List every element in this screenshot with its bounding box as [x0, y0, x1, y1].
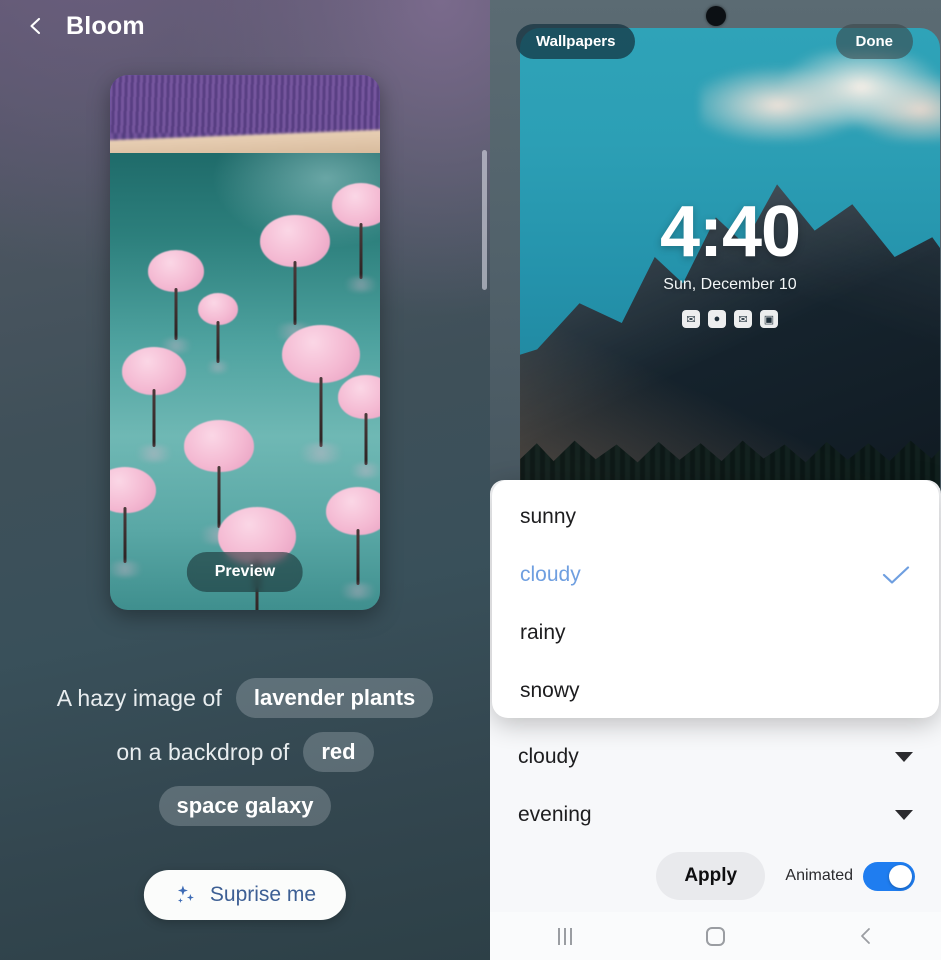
generator-panel: Bloom Preview A hazy image of lavender p… — [0, 0, 490, 960]
lockscreen-notification-icons: ✉ ● ✉ ▣ — [520, 310, 940, 328]
dropdown-option-sunny[interactable]: sunny — [492, 488, 939, 546]
check-icon — [881, 564, 911, 586]
lockscreen-date: Sun, December 10 — [663, 276, 797, 293]
camera-punch-hole-icon — [705, 6, 726, 26]
time-of-day-select-value: evening — [518, 803, 592, 826]
prompt-builder: A hazy image of lavender plants on a bac… — [0, 678, 490, 826]
animated-toggle[interactable] — [863, 861, 915, 891]
camera-icon: ▣ — [760, 310, 778, 328]
dropdown-option-label: sunny — [520, 505, 577, 528]
done-button[interactable]: Done — [835, 24, 913, 59]
lockscreen-editor-panel: 4:40 Sun, December 10 ✉ ● ✉ ▣ Wallpapers… — [490, 0, 941, 960]
chevron-down-icon — [895, 810, 913, 820]
apply-button[interactable]: Apply — [656, 852, 766, 900]
generated-wallpaper-image — [110, 75, 380, 610]
toggle-knob — [889, 864, 912, 888]
options-bottom-sheet: sunny cloudy rainy snowy cloudy evening … — [490, 480, 941, 960]
prompt-chip-backdrop[interactable]: space galaxy — [158, 786, 332, 826]
mail-icon: ✉ — [734, 310, 752, 328]
dropdown-option-rainy[interactable]: rainy — [492, 604, 939, 662]
prompt-line-2: on a backdrop of red — [116, 732, 374, 772]
weather-select-value: cloudy — [518, 745, 579, 768]
dropdown-option-snowy[interactable]: snowy — [492, 662, 939, 720]
page-title: Bloom — [66, 11, 145, 40]
dropdown-option-label: snowy — [520, 679, 580, 702]
lockscreen-clock: 4:40 — [659, 192, 801, 272]
dropdown-option-label: rainy — [520, 621, 566, 644]
system-navigation-bar — [490, 912, 941, 960]
animated-control: Animated — [785, 861, 915, 891]
weather-select[interactable]: cloudy — [490, 728, 941, 786]
prompt-line-1: A hazy image of lavender plants — [57, 678, 434, 718]
dropdown-option-cloudy[interactable]: cloudy — [492, 546, 939, 604]
preview-button[interactable]: Preview — [186, 552, 304, 592]
animated-label: Animated — [785, 867, 853, 884]
prompt-chip-subject[interactable]: lavender plants — [235, 678, 434, 718]
wallpaper-preview-card[interactable]: Preview — [110, 75, 380, 610]
time-of-day-select[interactable]: evening — [490, 786, 941, 844]
sparkles-icon — [174, 883, 198, 907]
recents-icon[interactable] — [535, 916, 595, 956]
back-icon[interactable] — [836, 916, 896, 956]
prompt-chip-color[interactable]: red — [303, 732, 374, 772]
chevron-down-icon — [895, 752, 913, 762]
surprise-me-label: Suprise me — [209, 883, 317, 906]
top-bar: Bloom — [0, 0, 490, 52]
back-chevron-icon[interactable] — [26, 16, 46, 36]
home-icon[interactable] — [685, 916, 745, 956]
prompt-static-1: A hazy image of — [56, 684, 222, 711]
prompt-static-2: on a backdrop of — [116, 738, 290, 765]
app-screen: Bloom Preview A hazy image of lavender p… — [0, 0, 941, 960]
surprise-me-button[interactable]: Suprise me — [143, 870, 347, 920]
left-scrollbar[interactable] — [482, 150, 487, 290]
lockscreen-preview[interactable]: 4:40 Sun, December 10 ✉ ● ✉ ▣ — [520, 28, 940, 488]
chat-icon: ● — [708, 310, 726, 328]
prompt-line-3: space galaxy — [158, 786, 332, 826]
dropdown-option-label: cloudy — [520, 563, 581, 586]
sheet-action-bar: Apply Animated — [490, 852, 941, 900]
weather-dropdown-menu[interactable]: sunny cloudy rainy snowy — [492, 480, 939, 718]
messages-icon: ✉ — [682, 310, 700, 328]
wallpapers-button[interactable]: Wallpapers — [516, 24, 636, 59]
